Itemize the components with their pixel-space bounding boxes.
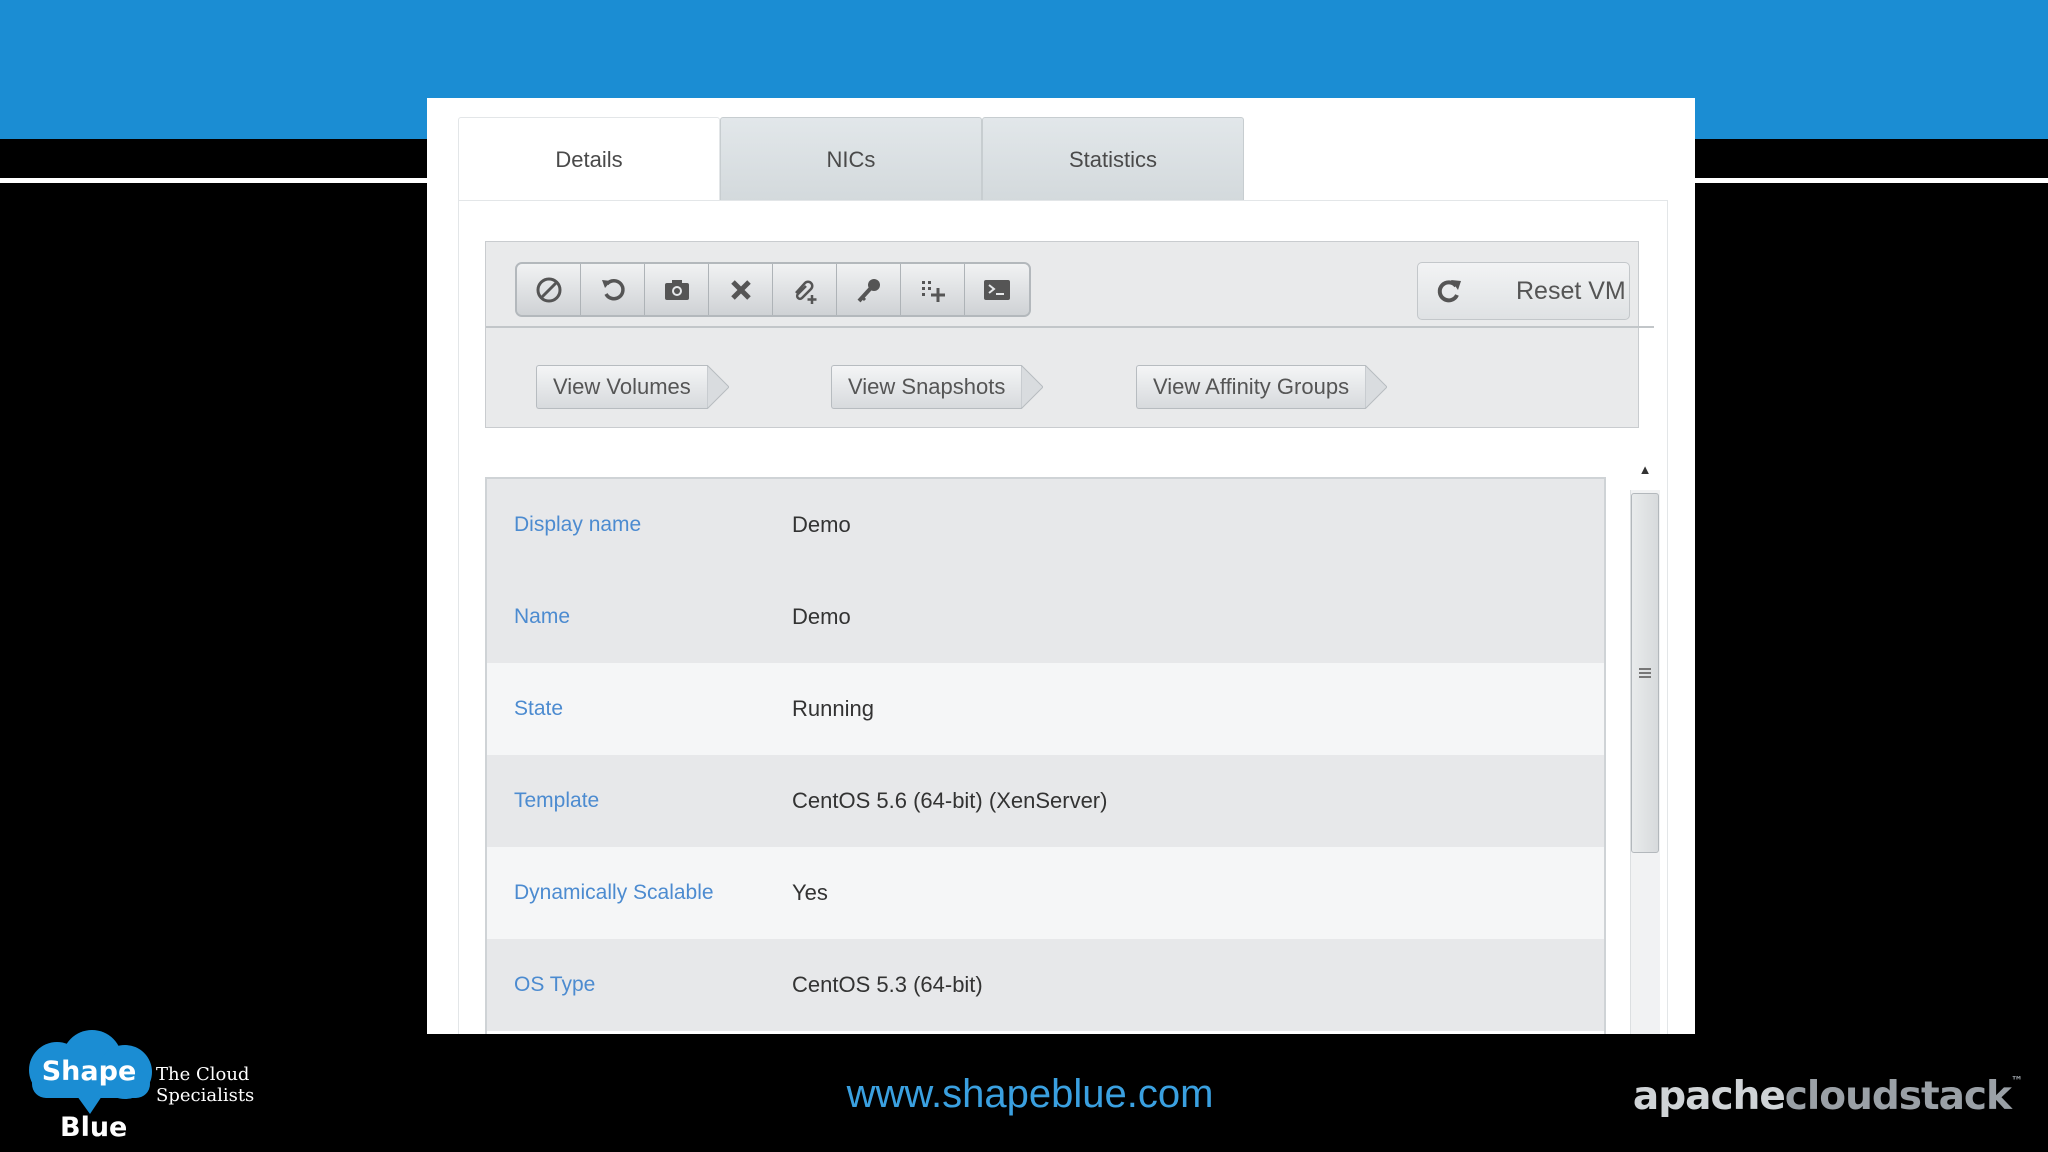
detail-value: CentOS 5.6 (64-bit) (XenServer) [792,788,1108,813]
brand-apache: apache [1632,1074,1786,1119]
console-button[interactable] [965,264,1029,315]
tab-nics[interactable]: NICs [720,117,982,201]
scroll-up-button[interactable]: ▲ [1630,454,1660,484]
view-snapshots-label: View Snapshots [831,365,1022,409]
reboot-button[interactable] [581,264,645,315]
detail-key: OS Type [514,973,596,996]
toolbar-divider [486,326,1654,328]
detail-row: Display name Demo [487,479,1604,571]
brand-cloudstack: cloudstack [1784,1074,2012,1119]
detail-key: State [514,697,564,720]
snapshot-button[interactable] [645,264,709,315]
reset-password-icon [857,278,880,302]
attach-iso-icon [794,280,816,304]
detail-row: Dynamically Scalable Yes [487,847,1604,939]
detail-key: Display name [514,513,642,536]
detail-value: Demo [792,604,851,629]
tab-statistics[interactable]: Statistics [982,117,1244,201]
detail-row: Name Demo [487,571,1604,663]
view-affinity-groups-label: View Affinity Groups [1136,365,1366,409]
console-icon [984,279,1010,300]
view-snapshots-button[interactable]: View Snapshots [831,365,1044,409]
change-service-offering-button[interactable] [901,264,965,315]
detail-key: Dynamically Scalable [514,881,714,904]
action-button-group [515,262,1031,317]
detail-row: Template CentOS 5.6 (64-bit) (XenServer) [487,755,1604,847]
detail-key: Name [514,605,571,628]
tab-details[interactable]: Details [458,117,720,201]
attach-iso-button[interactable] [773,264,837,315]
view-volumes-button[interactable]: View Volumes [536,365,729,409]
actions-toolbar: Reset VM View Volumes View Snapshots Vie… [485,241,1654,428]
arrow-tip-icon [706,365,729,409]
detail-value: Demo [792,512,851,537]
destroy-button[interactable] [709,264,773,315]
reboot-icon [601,278,625,300]
stop-button[interactable] [517,264,581,315]
apache-cloudstack-logo: apachecloudstack™ [1632,1074,2023,1119]
tab-bar: Details NICs Statistics [458,117,1244,201]
detail-value: Running [792,696,874,721]
detail-value: CentOS 5.3 (64-bit) [792,972,983,997]
stop-icon [536,277,561,302]
view-volumes-label: View Volumes [536,365,707,409]
arrow-tip-icon [1021,365,1044,409]
view-affinity-groups-button[interactable]: View Affinity Groups [1136,365,1388,409]
detail-value: Yes [792,880,828,905]
destroy-icon [730,279,751,300]
detail-row: OS Type CentOS 5.3 (64-bit) [487,939,1604,1031]
grip-icon [1639,668,1651,678]
detail-key: Template [514,789,600,812]
reset-vm-button[interactable]: Reset VM [1417,262,1630,320]
scrollbar-thumb[interactable] [1631,493,1659,853]
trademark-mark: ™ [2011,1074,2023,1088]
snapshot-icon [664,279,689,300]
change-service-offering-icon [921,280,945,302]
reset-vm-label: Reset VM [1516,276,1626,305]
reset-password-button[interactable] [837,264,901,315]
detail-row: State Running [487,663,1604,755]
refresh-icon [1437,280,1461,303]
details-table: Display name Demo Name Demo State Runnin… [485,477,1606,1057]
arrow-tip-icon [1365,365,1388,409]
